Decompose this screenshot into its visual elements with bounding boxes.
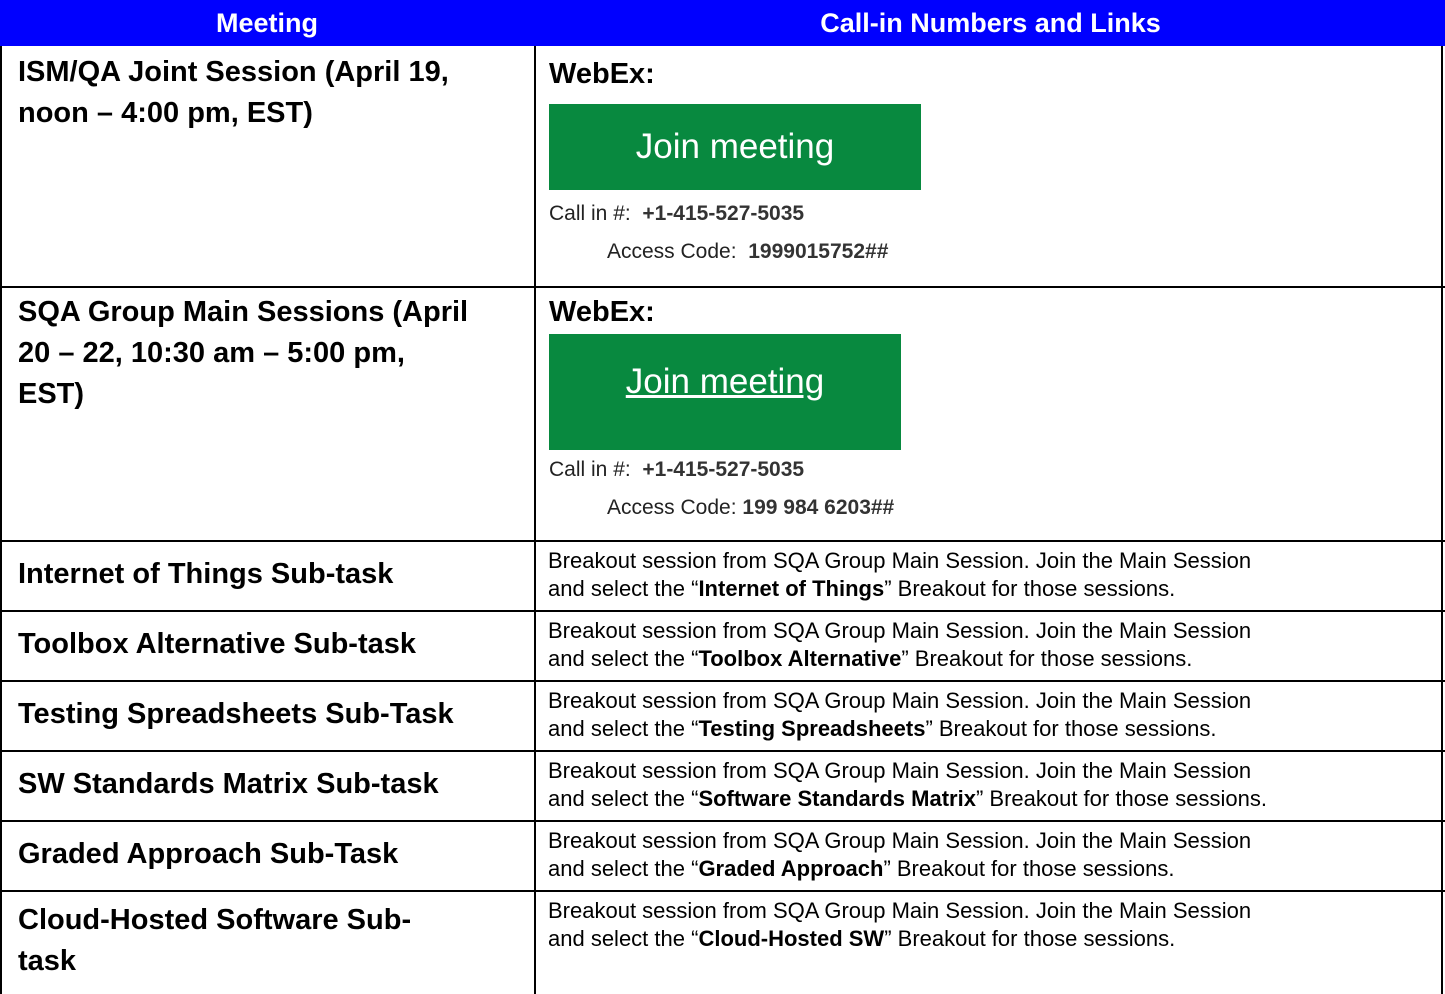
row-divider [0, 820, 1445, 822]
row-divider [0, 540, 1445, 542]
breakout-name: Internet of Things [698, 576, 885, 601]
meeting-name-line: 20 – 22, 10:30 am – 5:00 pm, [18, 337, 405, 369]
call-in-number: Call in #: +1-415-527-5035 [549, 202, 804, 226]
breakout-line: and select the “Internet of Things” Brea… [548, 575, 1251, 603]
call-in-number: Call in #: +1-415-527-5035 [549, 458, 804, 482]
breakout-text: ” Breakout for those sessions. [883, 856, 1175, 881]
meeting-name: Graded Approach Sub-Task [18, 838, 399, 870]
breakout-text: ” Breakout for those sessions. [901, 646, 1193, 671]
breakout-text: and select the “ [548, 646, 699, 671]
breakout-name: Cloud-Hosted SW [698, 926, 885, 951]
meeting-name: SW Standards Matrix Sub-task [18, 768, 439, 800]
breakout-description: Breakout session from SQA Group Main Ses… [548, 687, 1251, 743]
webex-label: WebEx: [549, 296, 655, 328]
breakout-line: Breakout session from SQA Group Main Ses… [548, 898, 1252, 923]
breakout-line: and select the “Testing Spreadsheets” Br… [548, 715, 1251, 743]
breakout-text: and select the “ [548, 716, 699, 741]
breakout-text: ” Breakout for those sessions. [975, 786, 1267, 811]
meeting-name-line: EST) [18, 378, 85, 410]
breakout-text: and select the “ [548, 576, 699, 601]
call-in-label: Call in #: [549, 458, 631, 481]
row-divider [0, 890, 1445, 892]
table-border-right [1441, 46, 1443, 994]
breakout-name: Software Standards Matrix [698, 786, 976, 811]
breakout-text: and select the “ [548, 856, 699, 881]
breakout-description: Breakout session from SQA Group Main Ses… [548, 617, 1251, 673]
call-in-label: Call in #: [549, 202, 631, 225]
column-divider [534, 46, 536, 994]
breakout-line: Breakout session from SQA Group Main Ses… [548, 548, 1252, 573]
breakout-description: Breakout session from SQA Group Main Ses… [548, 547, 1251, 603]
breakout-text: ” Breakout for those sessions. [884, 926, 1176, 951]
breakout-line: Breakout session from SQA Group Main Ses… [548, 758, 1252, 783]
table-border-left [0, 46, 2, 994]
row-divider [0, 680, 1445, 682]
meeting-name-line: task [18, 945, 77, 977]
breakout-text: ” Breakout for those sessions. [884, 576, 1176, 601]
breakout-line: Breakout session from SQA Group Main Ses… [548, 828, 1252, 853]
row-divider [0, 286, 1445, 288]
breakout-line: and select the “Software Standards Matri… [548, 785, 1267, 813]
header-meeting: Meeting [215, 8, 318, 38]
breakout-description: Breakout session from SQA Group Main Ses… [548, 897, 1251, 953]
header-call-in: Call-in Numbers and Links [820, 8, 1161, 38]
breakout-name: Toolbox Alternative [698, 646, 902, 671]
breakout-line: and select the “Cloud-Hosted SW” Breakou… [548, 925, 1251, 953]
join-meeting-button[interactable]: Join meeting [549, 104, 921, 190]
join-meeting-label: Join meeting [625, 362, 825, 401]
join-meeting-link[interactable]: Join meeting [549, 334, 901, 450]
meeting-name: Cloud-Hosted Software Sub- task [18, 900, 518, 982]
access-code: Access Code: 199 984 6203## [607, 496, 894, 520]
meeting-name: Internet of Things Sub-task [18, 558, 394, 590]
access-code-label: Access Code: [607, 240, 737, 263]
meeting-table: Meeting Call-in Numbers and Links ISM/QA… [0, 0, 1445, 994]
webex-label: WebEx: [549, 58, 655, 90]
meeting-name: ISM/QA Joint Session (April 19, noon – 4… [18, 52, 518, 134]
row-divider [0, 610, 1445, 612]
access-code: Access Code: 1999015752## [607, 240, 888, 264]
breakout-line: Breakout session from SQA Group Main Ses… [548, 688, 1252, 713]
join-meeting-label: Join meeting [635, 127, 835, 166]
breakout-line: and select the “Graded Approach” Breakou… [548, 855, 1251, 883]
breakout-description: Breakout session from SQA Group Main Ses… [548, 757, 1267, 813]
breakout-name: Graded Approach [698, 856, 884, 881]
breakout-description: Breakout session from SQA Group Main Ses… [548, 827, 1251, 883]
meeting-name-line: ISM/QA Joint Session (April 19, [18, 56, 449, 88]
breakout-line: and select the “Toolbox Alternative” Bre… [548, 645, 1251, 673]
meeting-name: SQA Group Main Sessions (April 20 – 22, … [18, 292, 518, 415]
breakout-name: Testing Spreadsheets [698, 716, 926, 741]
meeting-name-line: Cloud-Hosted Software Sub- [18, 904, 412, 936]
access-code-value: 199 984 6203## [742, 496, 895, 519]
meeting-name: Toolbox Alternative Sub-task [18, 628, 416, 660]
breakout-text: and select the “ [548, 786, 699, 811]
access-code-label: Access Code: [607, 496, 737, 519]
breakout-text: ” Breakout for those sessions. [925, 716, 1217, 741]
access-code-value: 1999015752## [748, 240, 889, 263]
meeting-name: Testing Spreadsheets Sub-Task [18, 698, 454, 730]
call-in-value: +1-415-527-5035 [642, 202, 805, 225]
breakout-line: Breakout session from SQA Group Main Ses… [548, 618, 1252, 643]
meeting-name-line: SQA Group Main Sessions (April [18, 296, 469, 328]
breakout-text: and select the “ [548, 926, 699, 951]
call-in-value: +1-415-527-5035 [642, 458, 805, 481]
meeting-name-line: noon – 4:00 pm, EST) [18, 97, 313, 129]
row-divider [0, 750, 1445, 752]
